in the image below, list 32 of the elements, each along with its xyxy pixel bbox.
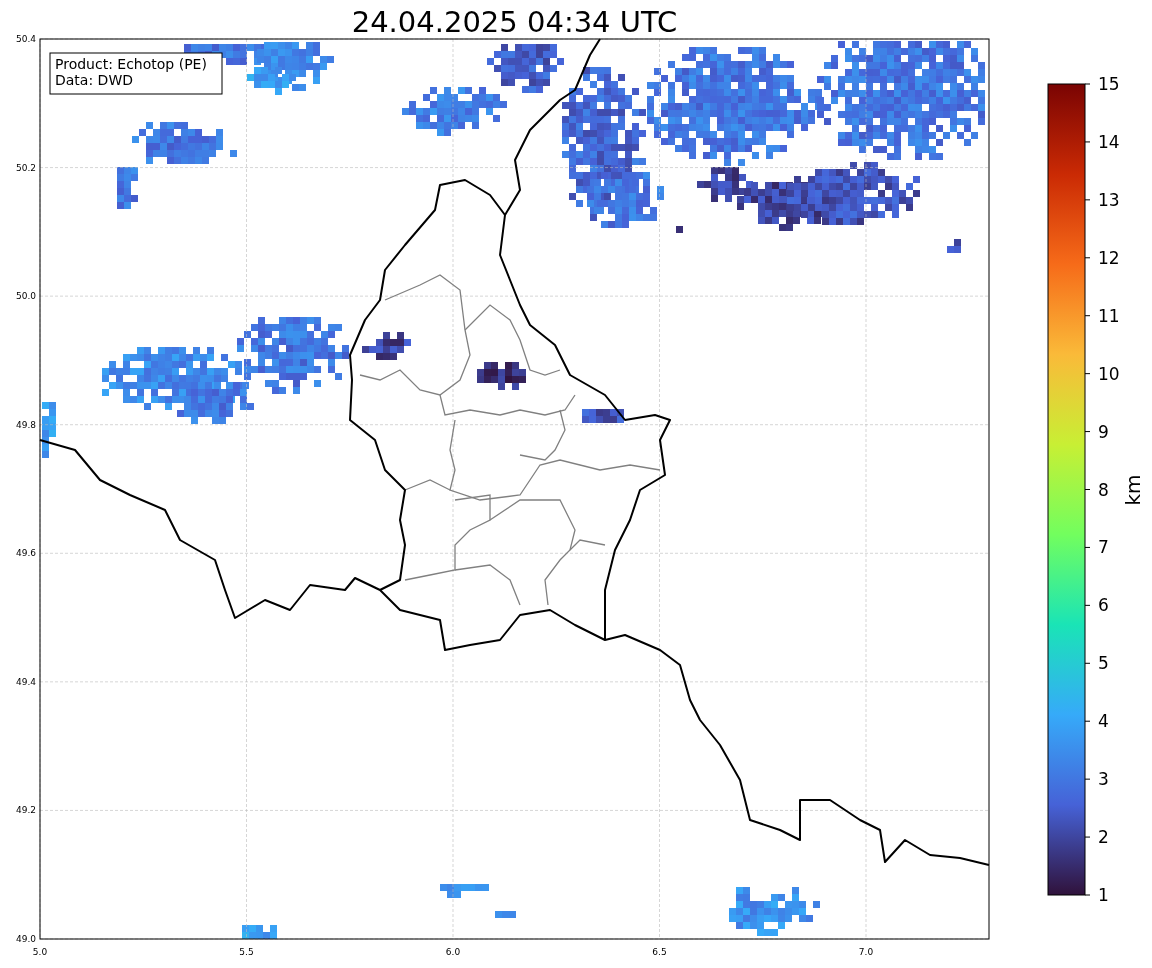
y-tick-label: 50.4 [15, 34, 36, 44]
colorbar-tick-label: 14 [1098, 131, 1120, 152]
colorbar-tick-label: 10 [1098, 363, 1120, 384]
x-tick-label: 7.0 [858, 947, 874, 957]
colorbar-tick-label: 13 [1098, 189, 1120, 210]
y-tick-label: 50.0 [15, 291, 36, 302]
x-tick-label: 6.0 [445, 947, 461, 957]
legend-text: Data: DWD [55, 72, 133, 88]
y-tick-label: 49.6 [15, 548, 36, 559]
colorbar-tick-label: 15 [1098, 74, 1120, 94]
colorbar-tick-label: 1 [1098, 885, 1109, 905]
colorbar-tick-label: 5 [1098, 653, 1109, 674]
colorbar-tick-label: 2 [1098, 827, 1109, 848]
colorbar-tick-label: 12 [1098, 247, 1120, 268]
x-tick-label: 6.5 [652, 947, 667, 957]
chart-title: 24.04.2025 04:34 UTC [351, 5, 678, 39]
legend-text: Product: Echotop (PE) [55, 56, 207, 72]
colorbar-tick-label: 11 [1098, 305, 1120, 326]
colorbar-tick-label: 9 [1098, 421, 1109, 442]
colorbar-tick-label: 4 [1098, 711, 1109, 732]
colorbar-tick-label: 8 [1098, 479, 1109, 500]
colorbar-label: km [1121, 474, 1145, 506]
y-tick-label: 49.2 [15, 805, 36, 816]
y-tick-label: 49.4 [15, 676, 36, 687]
colorbar-tick-label: 6 [1098, 595, 1109, 616]
colorbar-tick-label: 7 [1098, 537, 1109, 558]
x-tick-label: 5.5 [239, 947, 254, 957]
colorbar-tick-label: 3 [1098, 769, 1109, 790]
y-tick-label: 50.2 [15, 162, 36, 173]
y-tick-label: 49.8 [15, 419, 36, 430]
y-tick-label: 49.0 [15, 934, 36, 944]
x-tick-label: 5.0 [32, 947, 48, 957]
